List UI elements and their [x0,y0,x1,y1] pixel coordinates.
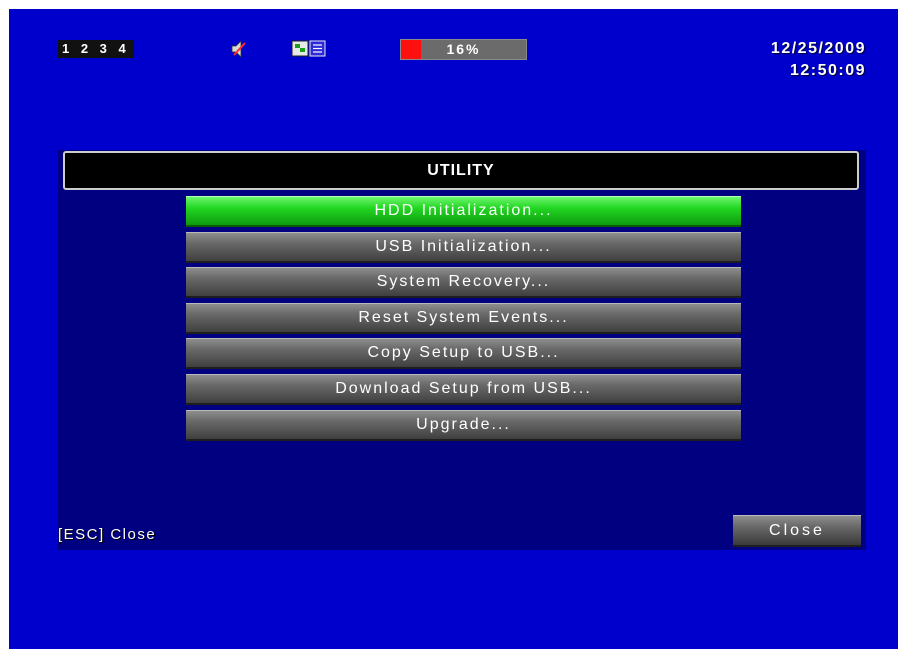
menu-item-system-recovery[interactable]: System Recovery... [186,267,741,299]
panel-title: UTILITY [63,151,859,190]
utility-panel: UTILITY HDD Initialization... USB Initial… [58,150,866,550]
menu-item-upgrade[interactable]: Upgrade... [186,409,741,441]
close-button[interactable]: Close [733,515,861,547]
esc-close-hint: [ESC] Close [58,526,157,543]
time-label: 12:50:09 [789,62,866,79]
dvr-screen: 1 2 3 4 16% 12/25/2009 12:50:09 UTILITY … [9,9,898,649]
date-label: 12/25/2009 [770,40,866,57]
channel-indicator: 1 2 3 4 [58,40,134,58]
menu-item-download-setup-from-usb[interactable]: Download Setup from USB... [186,374,741,405]
recording-status-icon [291,39,326,59]
hdd-usage-bar: 16% [400,39,527,60]
speaker-muted-icon [231,40,247,58]
menu-item-reset-system-events[interactable]: Reset System Events... [186,302,741,334]
menu-item-usb-initialization[interactable]: USB Initialization... [186,231,741,263]
menu-item-hdd-initialization[interactable]: HDD Initialization... [186,196,741,227]
menu-item-copy-setup-to-usb[interactable]: Copy Setup to USB... [186,338,741,370]
hdd-usage-label: 16% [446,41,481,57]
datetime-display: 12/25/2009 12:50:09 [771,38,866,82]
